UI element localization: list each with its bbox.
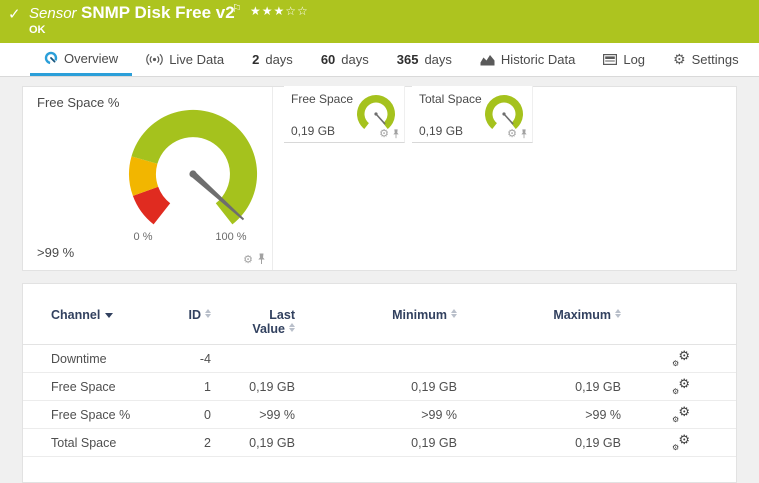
channel-name: Total Space [51, 435, 117, 450]
gauge-icon [44, 51, 58, 65]
tab-settings[interactable]: ⚙ Settings [659, 43, 753, 76]
channel-minimum: 0,19 GB [411, 435, 457, 450]
channel-last-value: 0,19 GB [249, 379, 295, 394]
pin-icon[interactable] [257, 253, 266, 265]
gauge-needle [375, 113, 386, 125]
column-header-channel[interactable]: Channel [51, 308, 183, 322]
gauge-settings-gear-icon[interactable]: ⚙ [379, 128, 389, 139]
tab-overview[interactable]: Overview [30, 43, 133, 76]
tab-live-data[interactable]: Live Data [132, 43, 238, 76]
column-header-label: ID [188, 308, 202, 322]
sort-desc-icon [105, 313, 114, 318]
channel-minimum: >99 % [421, 407, 457, 422]
channel-id: -4 [199, 351, 211, 366]
log-list-icon [603, 54, 618, 65]
gauge-title: Free Space [291, 92, 354, 106]
priority-stars[interactable]: ★★★☆☆ [250, 4, 309, 18]
gauge-panel-total-space: Total Space 0,19 GB ⚙ [412, 86, 533, 143]
tab-number: 2 [252, 52, 260, 67]
channel-settings-gears-icon[interactable]: ⚙ ⚙ [672, 349, 690, 368]
gauge-value: >99 % [37, 245, 75, 260]
status-badge: OK [29, 24, 46, 36]
tab-label: Live Data [169, 52, 225, 67]
tab-historic-data[interactable]: Historic Data [466, 43, 589, 76]
channel-name: Downtime [51, 351, 107, 366]
channel-last-value: >99 % [259, 407, 295, 422]
tab-label: days [424, 52, 452, 67]
free-space-pct-gauge [129, 109, 258, 225]
channel-last-value: 0,19 GB [249, 435, 295, 450]
gauge-settings-gear-icon[interactable]: ⚙ [507, 128, 517, 139]
gauge-scale-max: 100 % [215, 231, 247, 243]
tab-label: Historic Data [500, 52, 576, 67]
gauge-panel-free-space-pct: Free Space % 0 % 100 % >99 % ⚙ [23, 87, 273, 270]
historic-chart-icon [480, 54, 495, 66]
tab-log[interactable]: Log [589, 43, 659, 76]
live-signal-icon [146, 53, 163, 66]
tab-2-days[interactable]: 2 days [238, 43, 307, 76]
column-header-last-value[interactable]: Last Value [211, 308, 295, 336]
gauge-title: Total Space [419, 92, 482, 106]
channel-id: 1 [204, 379, 211, 394]
column-header-label: Maximum [553, 308, 611, 322]
sensor-header: ✓ Sensor SNMP Disk Free v2 ⚐ ★★★☆☆ OK [0, 0, 759, 43]
gauge-needle [503, 113, 514, 125]
tab-label: Overview [64, 50, 119, 66]
gauge-settings-gear-icon[interactable]: ⚙ [243, 254, 253, 265]
channel-settings-gears-icon[interactable]: ⚙ ⚙ [672, 433, 690, 452]
gauge-panel-free-space: Free Space 0,19 GB ⚙ [284, 86, 405, 143]
status-ok-check-icon: ✓ [8, 6, 21, 23]
stars-empty[interactable]: ☆☆ [285, 4, 309, 18]
priority-flag-icon[interactable]: ⚐ [232, 2, 242, 15]
gauge-value: 0,19 GB [419, 124, 464, 138]
column-header-label: Value [252, 322, 285, 336]
column-header-label: Minimum [392, 308, 447, 322]
settings-gear-icon: ⚙ [673, 51, 686, 68]
gauge-title: Free Space % [37, 95, 120, 110]
column-header-label: Channel [51, 308, 101, 322]
column-header-label: Last [269, 308, 295, 322]
overview-gauges-section: Free Space % 0 % 100 % >99 % ⚙ Free Spac… [22, 86, 737, 271]
table-row-total-space: Total Space 2 0,19 GB 0,19 GB 0,19 GB ⚙ ⚙ [23, 429, 736, 457]
column-header-id[interactable]: ID [183, 308, 211, 322]
channel-settings-gears-icon[interactable]: ⚙ ⚙ [672, 405, 690, 424]
table-row-free-space-pct: Free Space % 0 >99 % >99 % >99 % ⚙ ⚙ [23, 401, 736, 429]
channel-maximum: 0,19 GB [575, 379, 621, 394]
tab-bar: Overview Live Data 2 days 60 days 365 da… [0, 43, 759, 77]
channel-settings-gears-icon[interactable]: ⚙ ⚙ [672, 377, 690, 396]
object-kind-label: Sensor [29, 5, 77, 22]
tab-label: days [265, 52, 293, 67]
channel-maximum: >99 % [585, 407, 621, 422]
stars-filled[interactable]: ★★★ [250, 4, 285, 18]
channel-name: Free Space [51, 379, 116, 394]
tab-label: Log [623, 52, 646, 67]
channel-name: Free Space % [51, 407, 131, 422]
pin-icon[interactable] [392, 128, 400, 139]
tab-60-days[interactable]: 60 days [307, 43, 383, 76]
column-header-minimum[interactable]: Minimum [295, 308, 457, 322]
gauge-value: 0,19 GB [291, 124, 336, 138]
tab-number: 60 [320, 52, 336, 67]
table-header-row: Channel ID Last Value Minimum Maximum [23, 284, 736, 345]
table-row-free-space: Free Space 1 0,19 GB 0,19 GB 0,19 GB ⚙ ⚙ [23, 373, 736, 401]
channel-minimum: 0,19 GB [411, 379, 457, 394]
tab-number: 365 [396, 52, 419, 67]
gauge-scale-min: 0 % [133, 231, 153, 243]
sort-icon [615, 308, 621, 318]
channel-id: 0 [204, 407, 211, 422]
channel-maximum: 0,19 GB [575, 435, 621, 450]
sort-icon [289, 322, 295, 332]
sensor-title: SNMP Disk Free v2 [81, 3, 235, 22]
channel-table: Channel ID Last Value Minimum Maximum Dow… [22, 283, 737, 483]
tab-label: Settings [691, 52, 739, 67]
tab-365-days[interactable]: 365 days [383, 43, 466, 76]
tab-label: days [341, 52, 369, 67]
pin-icon[interactable] [520, 128, 528, 139]
channel-id: 2 [204, 435, 211, 450]
table-row-downtime: Downtime -4 ⚙ ⚙ [23, 345, 736, 373]
column-header-maximum[interactable]: Maximum [457, 308, 621, 322]
